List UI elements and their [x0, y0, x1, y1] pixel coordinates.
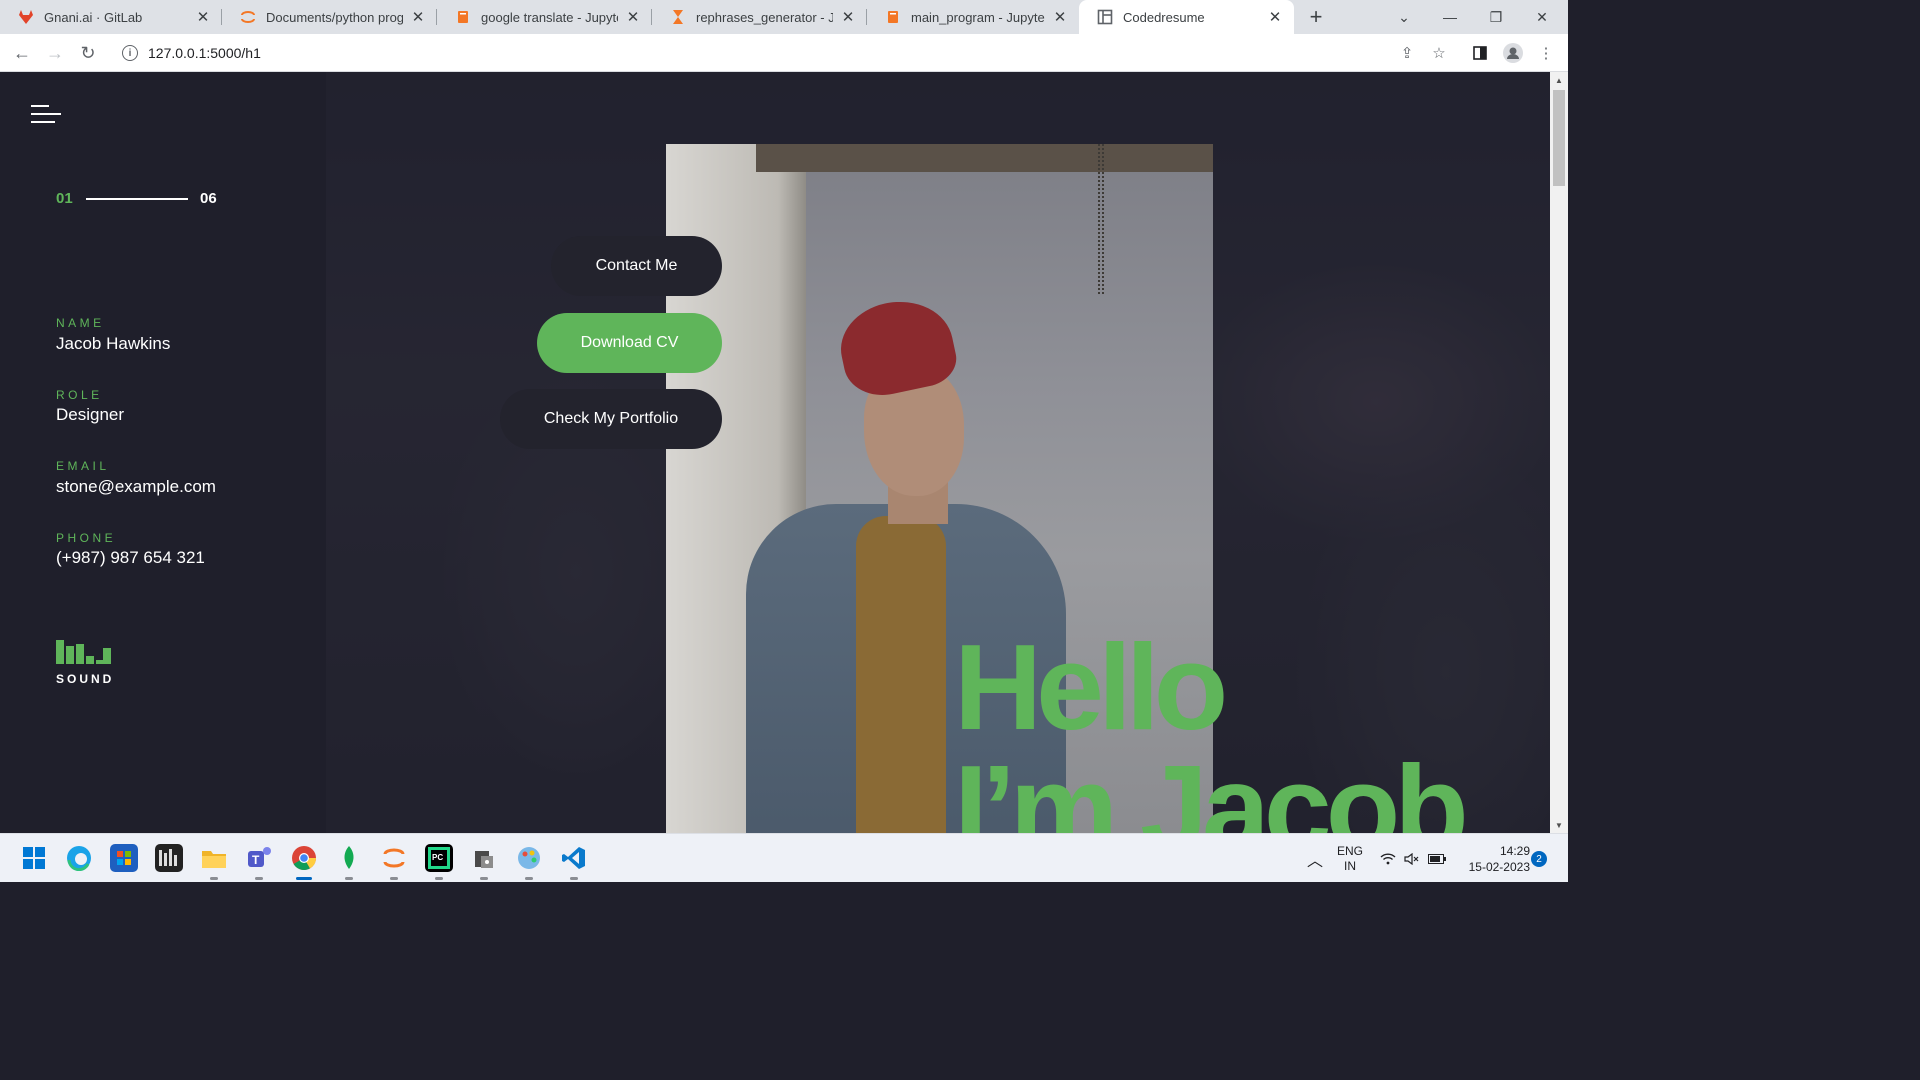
close-tab-icon[interactable]: ✕ [1051, 8, 1069, 26]
side-panel-icon[interactable] [1469, 42, 1491, 64]
forward-arrow-icon[interactable]: → [41, 39, 69, 67]
tab-rephrases-generator[interactable]: rephrases_generator - Jupy ✕ [652, 0, 867, 34]
new-tab-button[interactable]: + [1304, 4, 1328, 29]
name-label: NAME [56, 316, 105, 330]
tab-documents[interactable]: Documents/python progra ✕ [222, 0, 437, 34]
hourglass-icon [670, 9, 686, 25]
store-icon[interactable] [110, 844, 138, 872]
language-code: ENG [1336, 843, 1363, 858]
language-region: IN [1344, 858, 1356, 873]
tab-google-translate[interactable]: google translate - Jupyter N ✕ [437, 0, 652, 34]
sound-toggle-icon[interactable] [56, 640, 112, 664]
name-value: Jacob Hawkins [56, 334, 171, 353]
tab-title: google translate - Jupyter N [481, 9, 618, 25]
pycharm-icon[interactable]: PC [425, 844, 453, 880]
jupyter-icon[interactable] [380, 844, 408, 880]
slide-counter-current: 01 [56, 190, 73, 207]
wifi-icon[interactable] [1378, 834, 1398, 883]
close-tab-icon[interactable]: ✕ [624, 8, 642, 26]
role-label: ROLE [56, 388, 103, 402]
teams-icon[interactable]: T [245, 844, 273, 880]
slide-progress-line [86, 198, 188, 200]
page-viewport: 01 06 NAME Jacob Hawkins ROLE Designer E… [0, 72, 1550, 833]
slide-counter-total: 06 [200, 190, 217, 207]
minimize-button[interactable]: — [1427, 0, 1473, 34]
security-app-icon[interactable] [470, 844, 498, 880]
svg-text:PC: PC [432, 853, 443, 862]
hamburger-menu-icon[interactable] [31, 105, 63, 125]
browser-tab-strip: Gnani.ai · GitLab ✕ Documents/python pro… [0, 0, 1568, 34]
bookmark-star-icon[interactable]: ☆ [1428, 42, 1450, 64]
address-bar[interactable]: i 127.0.0.1:5000/h1 [110, 38, 1460, 68]
jupyter-icon [240, 9, 256, 25]
notification-badge[interactable]: 2 [1531, 851, 1547, 867]
tab-title: main_program - Jupyter No [911, 9, 1045, 25]
email-label: EMAIL [56, 459, 110, 473]
tab-title: rephrases_generator - Jupy [696, 9, 833, 25]
back-arrow-icon[interactable]: ← [8, 39, 36, 67]
close-tab-icon[interactable]: ✕ [409, 8, 427, 26]
email-value[interactable]: stone@example.com [56, 477, 216, 497]
battery-icon[interactable] [1426, 834, 1448, 883]
close-tab-icon[interactable]: ✕ [194, 8, 212, 26]
mongodb-icon[interactable] [335, 844, 363, 880]
file-explorer-icon[interactable] [200, 844, 228, 880]
tab-title: Gnani.ai · GitLab [44, 9, 143, 25]
tab-gitlab[interactable]: Gnani.ai · GitLab ✕ [0, 0, 222, 34]
scroll-down-arrow-icon[interactable]: ▼ [1550, 817, 1568, 833]
chrome-icon[interactable] [290, 844, 318, 880]
download-cv-button[interactable]: Download CV [537, 313, 722, 373]
phone-label: PHONE [56, 531, 117, 545]
notebook-icon [455, 9, 471, 25]
info-sidebar: 01 06 NAME Jacob Hawkins ROLE Designer E… [0, 72, 326, 833]
browser-toolbar: ← → ↻ i 127.0.0.1:5000/h1 ⇪ ☆ ⋮ [0, 34, 1568, 72]
more-menu-icon[interactable]: ⋮ [1535, 42, 1557, 64]
restore-button[interactable]: ❐ [1473, 0, 1519, 34]
reload-icon[interactable]: ↻ [74, 39, 102, 67]
scrollbar-thumb[interactable] [1553, 90, 1565, 186]
system-clock[interactable]: 14:29 15-02-2023 [1456, 834, 1530, 883]
windows-start-icon[interactable] [20, 844, 48, 872]
show-hidden-icons-chevron-icon[interactable]: ︿ [1304, 834, 1326, 883]
scroll-up-arrow-icon[interactable]: ▲ [1550, 72, 1568, 88]
close-tab-icon[interactable]: ✕ [839, 8, 857, 26]
url-text[interactable]: 127.0.0.1:5000/h1 [148, 45, 261, 61]
vscode-icon[interactable] [560, 844, 588, 880]
windows-taskbar: T PC ︿ ENG IN 14:29 15-02-2023 2 [0, 833, 1568, 882]
profile-avatar-icon[interactable] [1502, 42, 1524, 64]
language-indicator[interactable]: ENG IN [1333, 834, 1367, 883]
clock-date: 15-02-2023 [1468, 859, 1530, 874]
close-window-button[interactable]: ✕ [1519, 0, 1565, 34]
phone-value[interactable]: (+987) 987 654 321 [56, 548, 205, 568]
tab-search-icon[interactable]: ⌄ [1381, 0, 1427, 34]
contact-me-button[interactable]: Contact Me [551, 236, 722, 296]
notebook-icon [885, 9, 901, 25]
paint-icon[interactable] [515, 844, 543, 880]
media-app-icon[interactable] [155, 844, 183, 872]
role-value: Designer [56, 405, 125, 424]
page-scrollbar[interactable]: ▲ ▼ [1550, 72, 1568, 833]
hero-headline-hello: Hello [954, 619, 1228, 755]
edge-icon[interactable] [65, 844, 93, 872]
close-tab-icon[interactable]: ✕ [1266, 8, 1284, 26]
tab-title: Codedresume [1123, 9, 1205, 25]
sound-label[interactable]: SOUND [56, 672, 114, 686]
tab-main-program[interactable]: main_program - Jupyter No ✕ [867, 0, 1079, 34]
hero-headline-name: I’m Jacob [954, 740, 1469, 833]
clock-time: 14:29 [1499, 843, 1530, 858]
volume-muted-icon[interactable] [1402, 834, 1422, 883]
tab-title: Documents/python progra [266, 9, 403, 25]
layout-icon [1097, 9, 1113, 25]
svg-text:T: T [252, 853, 260, 867]
site-info-icon[interactable]: i [122, 45, 138, 61]
gitlab-icon [18, 9, 34, 25]
tab-codedresume[interactable]: Codedresume ✕ [1079, 0, 1294, 34]
check-portfolio-button[interactable]: Check My Portfolio [500, 389, 722, 449]
share-icon[interactable]: ⇪ [1396, 42, 1418, 64]
